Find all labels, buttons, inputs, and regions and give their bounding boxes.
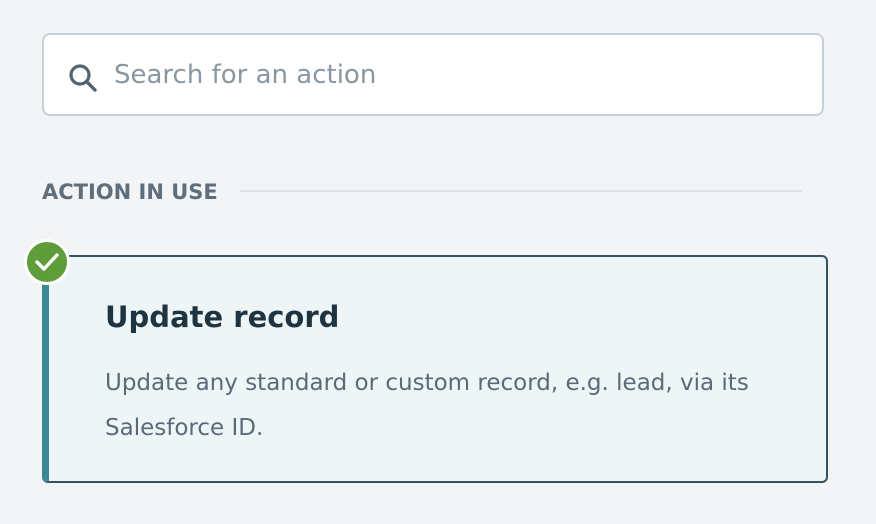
search-icon xyxy=(69,64,97,92)
section-divider xyxy=(240,190,802,192)
search-box[interactable] xyxy=(42,33,824,116)
action-title: Update record xyxy=(105,300,340,334)
action-in-use-badge xyxy=(24,239,70,285)
check-icon xyxy=(35,253,59,271)
action-card-update-record[interactable]: Update record Update any standard or cus… xyxy=(42,255,828,483)
section-header: ACTION IN USE xyxy=(42,175,802,209)
search-input[interactable] xyxy=(114,35,794,114)
action-picker-page: { "search": { "placeholder": "Search for… xyxy=(0,0,876,524)
action-description: Update any standard or custom record, e.… xyxy=(105,370,749,441)
section-title: ACTION IN USE xyxy=(42,180,218,204)
